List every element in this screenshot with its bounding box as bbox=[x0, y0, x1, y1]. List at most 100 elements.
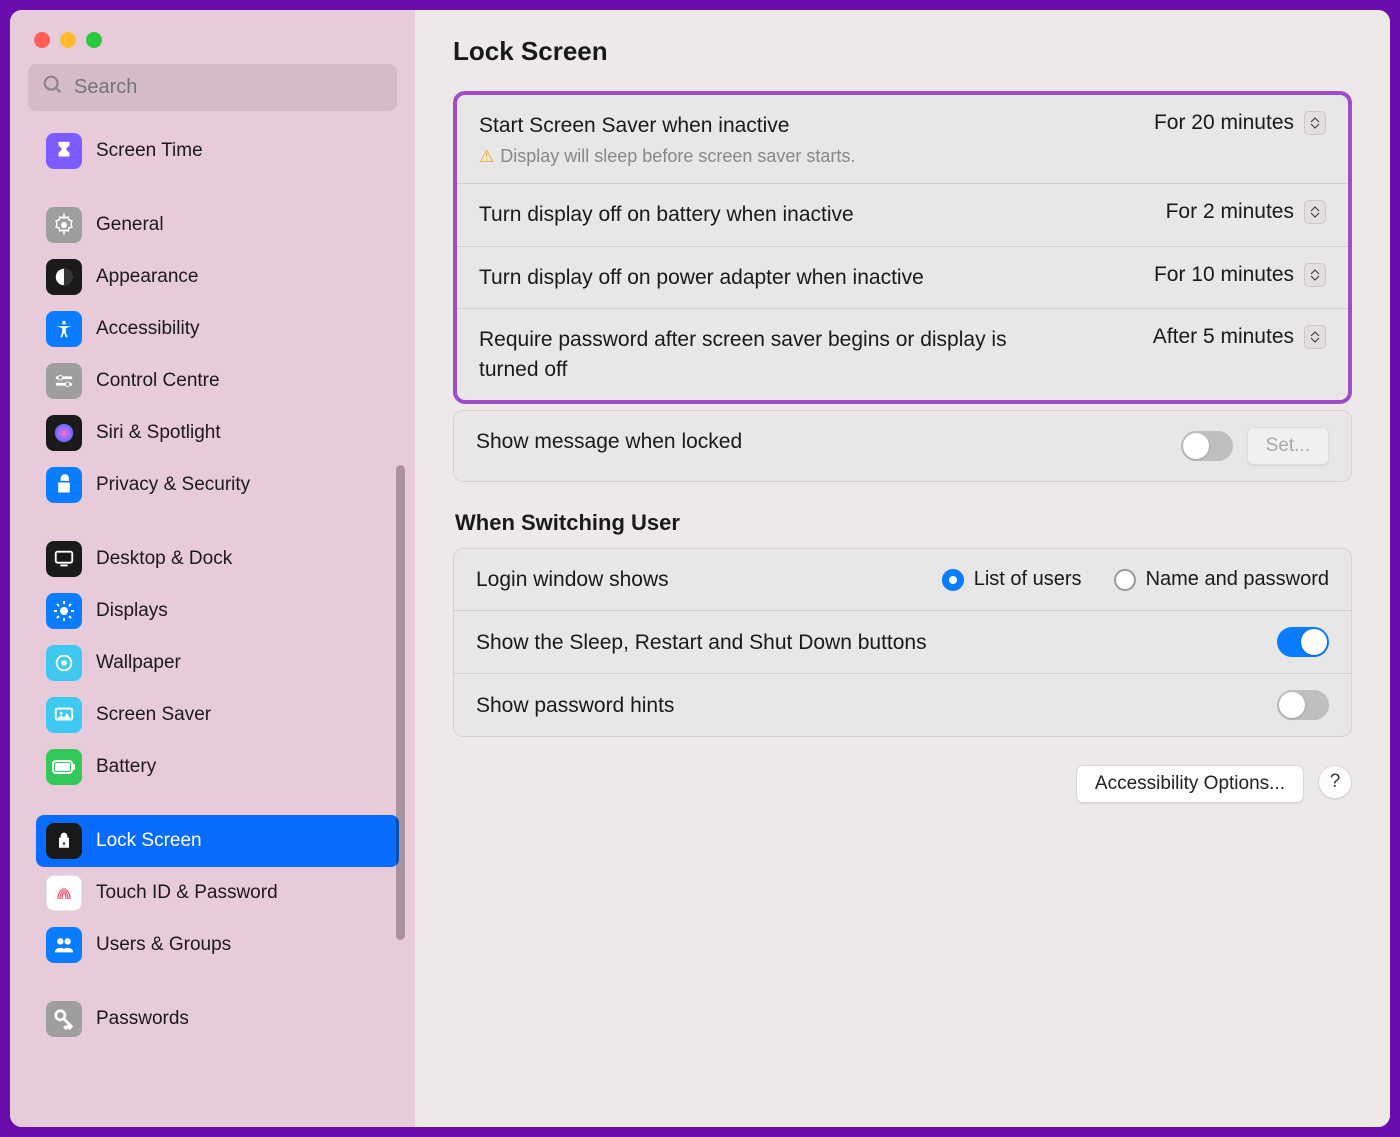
sidebar-item-displays[interactable]: Displays bbox=[36, 585, 399, 637]
sidebar-item-users-groups[interactable]: Users & Groups bbox=[36, 919, 399, 971]
show-message-toggle[interactable] bbox=[1181, 431, 1233, 461]
sidebar-item-label: Touch ID & Password bbox=[96, 882, 278, 904]
switching-user-panel: Login window shows List of users Name an… bbox=[453, 548, 1352, 737]
sidebar-item-lock-screen[interactable]: Lock Screen bbox=[36, 815, 399, 867]
page-title: Lock Screen bbox=[453, 36, 1352, 67]
lock-icon bbox=[46, 823, 82, 859]
sidebar-item-appearance[interactable]: Appearance bbox=[36, 251, 399, 303]
set-message-button[interactable]: Set... bbox=[1247, 427, 1329, 465]
sidebar-item-label: Screen Time bbox=[96, 140, 203, 162]
chevron-updown-icon bbox=[1304, 111, 1326, 135]
radio-icon bbox=[942, 569, 964, 591]
sidebar: Screen Time General Appearance Accessibilit… bbox=[10, 10, 415, 1127]
row-label: Show the Sleep, Restart and Shut Down bu… bbox=[476, 628, 927, 657]
sidebar-item-siri-spotlight[interactable]: Siri & Spotlight bbox=[36, 407, 399, 459]
show-sleep-buttons-row: Show the Sleep, Restart and Shut Down bu… bbox=[454, 611, 1351, 674]
sidebar-item-privacy-security[interactable]: Privacy & Security bbox=[36, 459, 399, 511]
hourglass-icon bbox=[46, 133, 82, 169]
display-battery-time-dropdown[interactable]: For 2 minutes bbox=[1166, 200, 1326, 224]
screen-saver-time-dropdown[interactable]: For 20 minutes bbox=[1154, 111, 1326, 135]
switching-user-heading: When Switching User bbox=[455, 510, 1352, 536]
sidebar-item-battery[interactable]: Battery bbox=[36, 741, 399, 793]
show-password-hints-row: Show password hints bbox=[454, 674, 1351, 736]
minimize-window-button[interactable] bbox=[60, 32, 76, 48]
siri-icon bbox=[46, 415, 82, 451]
row-label: Start Screen Saver when inactive bbox=[479, 111, 855, 140]
lock-message-panel: Show message when locked Set... bbox=[453, 410, 1352, 482]
show-sleep-buttons-toggle[interactable] bbox=[1277, 627, 1329, 657]
search-input[interactable] bbox=[74, 76, 383, 99]
appearance-icon bbox=[46, 259, 82, 295]
chevron-updown-icon bbox=[1304, 200, 1326, 224]
content-pane: Lock Screen Start Screen Saver when inac… bbox=[415, 10, 1390, 1127]
chevron-updown-icon bbox=[1304, 263, 1326, 287]
row-label: Show message when locked bbox=[476, 427, 742, 456]
sidebar-item-label: Siri & Spotlight bbox=[96, 422, 221, 444]
sidebar-item-general[interactable]: General bbox=[36, 199, 399, 251]
sidebar-item-label: Screen Saver bbox=[96, 704, 211, 726]
system-settings-window: Screen Time General Appearance Accessibilit… bbox=[10, 10, 1390, 1127]
show-password-hints-toggle[interactable] bbox=[1277, 690, 1329, 720]
display-off-power-row: Turn display off on power adapter when i… bbox=[457, 247, 1348, 309]
lock-screen-main-panel: Start Screen Saver when inactive ⚠ Displ… bbox=[453, 91, 1352, 404]
row-label: Require password after screen saver begi… bbox=[479, 325, 1039, 384]
require-password-row: Require password after screen saver begi… bbox=[457, 309, 1348, 400]
battery-icon bbox=[46, 749, 82, 785]
sidebar-item-wallpaper[interactable]: Wallpaper bbox=[36, 637, 399, 689]
sidebar-item-touch-id-password[interactable]: Touch ID & Password bbox=[36, 867, 399, 919]
screen-saver-inactive-row: Start Screen Saver when inactive ⚠ Displ… bbox=[457, 95, 1348, 184]
login-list-users-radio[interactable]: List of users bbox=[942, 568, 1082, 591]
touchid-icon bbox=[46, 875, 82, 911]
sidebar-item-label: Wallpaper bbox=[96, 652, 181, 674]
sidebar-item-label: Displays bbox=[96, 600, 168, 622]
chevron-updown-icon bbox=[1304, 325, 1326, 349]
sidebar-item-label: Control Centre bbox=[96, 370, 220, 392]
key-icon bbox=[46, 1001, 82, 1037]
sidebar-item-label: Passwords bbox=[96, 1008, 189, 1030]
row-label: Turn display off on battery when inactiv… bbox=[479, 200, 854, 229]
privacy-icon bbox=[46, 467, 82, 503]
sidebar-item-passwords[interactable]: Passwords bbox=[36, 993, 399, 1045]
sidebar-item-label: Battery bbox=[96, 756, 156, 778]
displays-icon bbox=[46, 593, 82, 629]
sidebar-item-label: General bbox=[96, 214, 164, 236]
search-field[interactable] bbox=[28, 64, 397, 111]
sidebar-item-label: Appearance bbox=[96, 266, 198, 288]
gear-icon bbox=[46, 207, 82, 243]
fullscreen-window-button[interactable] bbox=[86, 32, 102, 48]
sidebar-item-label: Desktop & Dock bbox=[96, 548, 232, 570]
require-password-time-dropdown[interactable]: After 5 minutes bbox=[1153, 325, 1326, 349]
search-icon bbox=[42, 74, 64, 101]
window-controls bbox=[10, 10, 415, 64]
sidebar-item-screen-saver[interactable]: Screen Saver bbox=[36, 689, 399, 741]
row-label: Show password hints bbox=[476, 691, 674, 720]
display-off-battery-row: Turn display off on battery when inactiv… bbox=[457, 184, 1348, 246]
wallpaper-icon bbox=[46, 645, 82, 681]
show-message-row: Show message when locked Set... bbox=[454, 411, 1351, 481]
sidebar-item-label: Lock Screen bbox=[96, 830, 202, 852]
display-power-time-dropdown[interactable]: For 10 minutes bbox=[1154, 263, 1326, 287]
sidebar-list[interactable]: Screen Time General Appearance Accessibilit… bbox=[10, 125, 415, 1127]
scrollbar[interactable] bbox=[396, 465, 405, 940]
row-warning: ⚠ Display will sleep before screen saver… bbox=[479, 146, 855, 167]
sidebar-item-label: Privacy & Security bbox=[96, 474, 250, 496]
sidebar-item-screen-time[interactable]: Screen Time bbox=[36, 125, 399, 177]
accessibility-options-button[interactable]: Accessibility Options... bbox=[1076, 765, 1304, 803]
sidebar-item-accessibility[interactable]: Accessibility bbox=[36, 303, 399, 355]
help-button[interactable]: ? bbox=[1318, 765, 1352, 799]
row-label: Login window shows bbox=[476, 565, 669, 594]
warning-icon: ⚠ bbox=[479, 147, 494, 167]
login-window-shows-row: Login window shows List of users Name an… bbox=[454, 549, 1351, 611]
accessibility-icon bbox=[46, 311, 82, 347]
users-icon bbox=[46, 927, 82, 963]
sidebar-item-control-centre[interactable]: Control Centre bbox=[36, 355, 399, 407]
sidebar-item-label: Accessibility bbox=[96, 318, 199, 340]
sidebar-item-desktop-dock[interactable]: Desktop & Dock bbox=[36, 533, 399, 585]
sidebar-item-label: Users & Groups bbox=[96, 934, 231, 956]
close-window-button[interactable] bbox=[34, 32, 50, 48]
desktop-icon bbox=[46, 541, 82, 577]
screensaver-icon bbox=[46, 697, 82, 733]
login-name-password-radio[interactable]: Name and password bbox=[1114, 568, 1329, 591]
radio-icon bbox=[1114, 569, 1136, 591]
control-centre-icon bbox=[46, 363, 82, 399]
